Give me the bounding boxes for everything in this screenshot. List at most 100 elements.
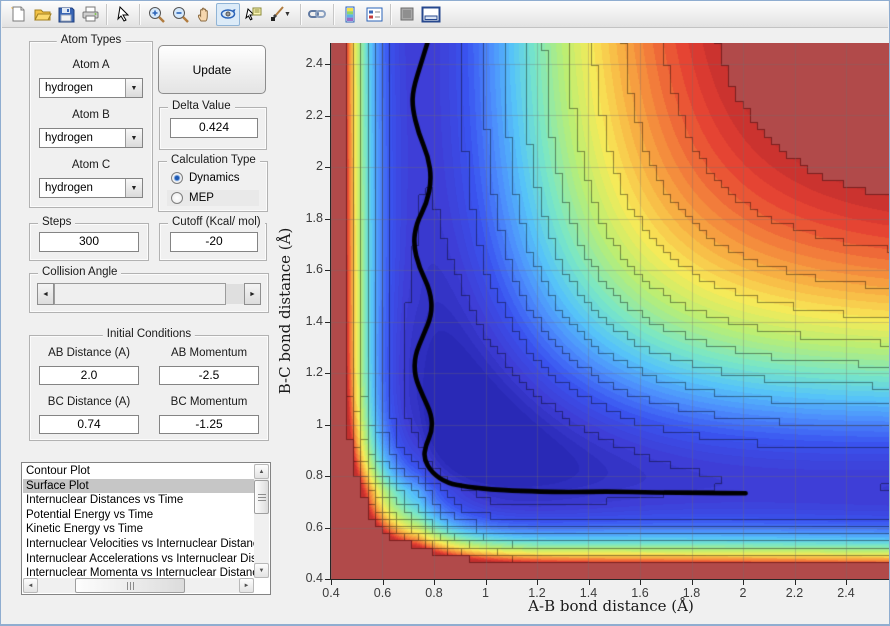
potential-energy-surface-plot[interactable] <box>331 43 889 579</box>
scroll-down-arrow[interactable]: ▼ <box>254 563 269 578</box>
list-item[interactable]: Internuclear Accelerations vs Internucle… <box>23 552 254 567</box>
list-item[interactable]: Surface Plot <box>23 478 254 494</box>
zoom-out-button[interactable] <box>168 3 192 26</box>
atom-b-value: hydrogen <box>45 132 93 144</box>
list-item[interactable]: Contour Plot <box>23 464 254 479</box>
list-item[interactable]: Internuclear Distances vs Time <box>23 493 254 508</box>
list-item[interactable]: Internuclear Velocities vs Internuclear … <box>23 537 254 552</box>
y-tick-mark <box>325 270 330 271</box>
ab-momentum-field[interactable]: -2.5 <box>159 366 259 385</box>
slider-left-arrow[interactable]: ◄ <box>37 283 54 305</box>
scroll-right-arrow[interactable]: ► <box>239 578 254 593</box>
bc-distance-field[interactable]: 0.74 <box>39 415 139 434</box>
thumb-grip <box>257 493 266 501</box>
y-tick-mark <box>325 115 330 117</box>
collision-angle-slider[interactable]: ◄ ► <box>37 283 261 305</box>
horizontal-scroll-thumb[interactable] <box>75 578 185 593</box>
x-tick-mark <box>331 580 332 585</box>
vertical-scroll-thumb[interactable] <box>254 480 269 514</box>
atom-b-dropdown[interactable]: hydrogen ▼ <box>39 128 143 148</box>
y-tick-mark <box>325 167 330 168</box>
y-tick-mark <box>325 321 330 323</box>
list-item[interactable]: Internuclear Momenta vs Internuclear Dis… <box>23 566 254 578</box>
pan-hand-icon <box>197 7 208 22</box>
hide-plot-tools-icon <box>400 7 414 21</box>
open-file-button[interactable] <box>30 3 54 26</box>
new-figure-button[interactable] <box>6 3 30 26</box>
radio-mep-label: MEP <box>189 192 214 204</box>
collision-angle-title: Collision Angle <box>38 266 122 278</box>
atom-c-dropdown[interactable]: hydrogen ▼ <box>39 178 143 198</box>
x-tick-mark <box>846 580 847 585</box>
pointer-icon <box>117 5 130 22</box>
update-button[interactable]: Update <box>158 45 266 94</box>
cutoff-field[interactable]: -20 <box>170 232 258 252</box>
bc-momentum-field[interactable]: -1.25 <box>159 415 259 434</box>
delta-value-field[interactable]: 0.424 <box>170 118 258 138</box>
rotate-3d-button[interactable] <box>216 2 240 26</box>
zoom-in-button[interactable] <box>144 3 168 26</box>
colorbar-icon <box>345 6 355 22</box>
insert-legend-button[interactable] <box>362 3 386 26</box>
slider-right-arrow[interactable]: ► <box>244 283 261 305</box>
pan-tool-button[interactable] <box>192 3 216 26</box>
y-tick-label: 0.6 <box>305 519 323 534</box>
x-tick-mark <box>640 580 641 585</box>
horizontal-scrollbar[interactable]: ◄ ► <box>23 578 254 593</box>
y-axis-label: B-C bond distance (Å) <box>276 227 294 395</box>
hide-plot-tools-button[interactable] <box>395 3 419 26</box>
y-tick-mark <box>325 64 330 65</box>
list-item[interactable]: Potential Energy vs Time <box>23 508 254 523</box>
dropdown-arrow-icon[interactable]: ▼ <box>125 79 142 97</box>
x-tick-label: 0.6 <box>373 586 392 600</box>
plot-type-list-rows: Contour Plot Surface Plot Internuclear Dis… <box>23 464 254 578</box>
radio-icon[interactable] <box>171 172 183 184</box>
x-tick-mark <box>794 580 796 585</box>
vertical-scrollbar[interactable]: ▲ ▼ <box>254 464 269 578</box>
pointer-tool-button[interactable] <box>111 3 135 26</box>
atom-b-label: Atom B <box>72 109 110 121</box>
ab-distance-field[interactable]: 2.0 <box>39 366 139 385</box>
bc-distance-label: BC Distance (A) <box>47 396 131 408</box>
x-tick-label: 2 <box>739 586 747 600</box>
link-chain-icon <box>308 10 326 18</box>
figure-toolbar: ▼ <box>2 1 888 28</box>
brush-dropdown-arrow-icon[interactable]: ▼ <box>284 11 292 18</box>
x-tick-label: 2.4 <box>837 586 855 600</box>
print-figure-button[interactable] <box>78 3 102 26</box>
y-tick-label: 1.6 <box>305 262 323 276</box>
zoom-in-icon <box>148 6 165 23</box>
data-cursor-button[interactable] <box>240 3 264 26</box>
slider-thumb[interactable] <box>54 283 226 305</box>
y-tick-label: 1 <box>316 416 323 431</box>
radio-mep[interactable]: MEP <box>167 190 259 206</box>
toolbar-separator <box>300 3 301 25</box>
dropdown-arrow-icon[interactable]: ▼ <box>125 179 142 197</box>
atom-a-dropdown[interactable]: hydrogen ▼ <box>39 78 143 98</box>
atom-c-label: Atom C <box>71 159 111 171</box>
show-plot-tools-button[interactable] <box>419 3 443 26</box>
y-tick-mark <box>325 218 330 220</box>
x-tick-label: 0.8 <box>425 586 443 600</box>
save-figure-button[interactable] <box>54 3 78 26</box>
radio-dynamics[interactable]: Dynamics <box>167 170 259 186</box>
atom-a-value: hydrogen <box>45 82 93 94</box>
data-cursor-icon <box>244 7 261 21</box>
plot-type-listbox[interactable]: Contour Plot Surface Plot Internuclear Dis… <box>21 462 271 595</box>
y-tick-label: 1.2 <box>305 365 323 379</box>
x-tick-mark <box>434 580 435 585</box>
steps-field[interactable]: 300 <box>39 232 139 252</box>
radio-icon[interactable] <box>171 192 183 204</box>
link-plot-button[interactable] <box>305 3 329 26</box>
steps-title: Steps <box>38 216 76 228</box>
list-item[interactable]: Kinetic Energy vs Time <box>23 522 254 537</box>
calculation-type-title: Calculation Type <box>167 154 260 166</box>
thumb-grip <box>126 581 134 590</box>
scroll-up-arrow[interactable]: ▲ <box>254 464 269 479</box>
dropdown-arrow-icon[interactable]: ▼ <box>125 129 142 147</box>
brush-data-button[interactable]: ▼ <box>264 3 296 26</box>
scroll-left-arrow[interactable]: ◄ <box>23 578 38 593</box>
insert-colorbar-button[interactable] <box>338 3 362 26</box>
slider-track[interactable] <box>226 284 244 304</box>
x-tick-mark <box>382 580 384 585</box>
